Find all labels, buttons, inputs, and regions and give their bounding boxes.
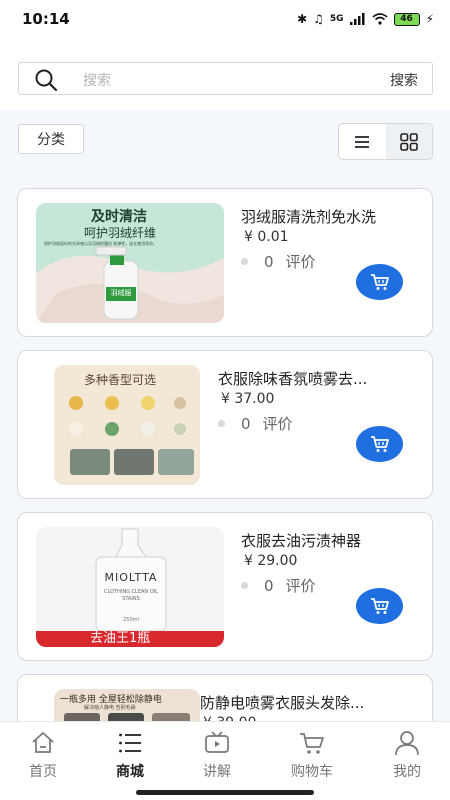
nav-label: 商城: [116, 764, 144, 780]
user-icon: [395, 731, 419, 756]
review-label: 评价: [285, 253, 316, 271]
headphones-icon: ♫: [313, 12, 324, 26]
product-card[interactable]: 多种香型可选 衣服除味香氛喷雾去... ¥ 37.00 0 评价: [17, 350, 433, 499]
image-brand: MIOLTTA: [104, 571, 158, 584]
review-dot: [218, 420, 225, 427]
add-to-cart-button[interactable]: [356, 426, 403, 462]
search-placeholder: 搜索: [83, 73, 111, 89]
search-button[interactable]: 搜索: [390, 70, 418, 90]
image-headline: 多种香型可选: [84, 373, 157, 387]
product-price: ¥ 29.00: [244, 553, 298, 569]
nav-label: 我的: [393, 764, 421, 780]
product-price: ¥ 0.01: [244, 229, 289, 245]
status-bar: 10:14 ✱ ♫ 5G 46 ⚡: [0, 0, 450, 38]
image-subline: 解决恼人静电 告别毛躁: [84, 705, 136, 711]
nav-item-profile[interactable]: 我的: [367, 730, 447, 781]
nav-label: 讲解: [203, 764, 231, 780]
cart-icon: [370, 274, 389, 290]
search-icon: [35, 69, 58, 92]
image-banner: 去油王1瓶: [90, 631, 151, 646]
product-name[interactable]: 衣服除味香氛喷雾去...: [218, 368, 418, 389]
filter-bar: 分类: [0, 110, 450, 170]
review-row: 0 评价: [241, 575, 316, 596]
charging-icon: ⚡: [425, 12, 434, 26]
signal-icon: [349, 13, 365, 25]
nav-item-mall[interactable]: 商城: [90, 730, 170, 781]
image-headline: 及时清洁: [91, 209, 147, 225]
status-icons: ✱ ♫ 5G 46 ⚡: [297, 12, 434, 26]
add-to-cart-button[interactable]: [356, 588, 403, 624]
image-product-line: CLOTHING CLEAN OIL STAINS: [104, 589, 158, 602]
product-card[interactable]: 及时清洁 呵护羽绒纤维 保护羽绒面料的光泽感以及羽绒的蓬松 和弹性，延长使用寿命…: [17, 188, 433, 337]
add-to-cart-button[interactable]: [356, 264, 403, 300]
product-name[interactable]: 防静电喷雾衣服头发除...: [200, 692, 420, 713]
tv-icon: [205, 731, 229, 753]
status-time: 10:14: [22, 10, 70, 28]
network-label: 5G: [329, 14, 344, 24]
list-icon: [355, 135, 370, 148]
review-count: 0: [264, 576, 274, 595]
cart-icon: [370, 598, 389, 614]
review-count: 0: [241, 414, 251, 433]
product-price: ¥ 37.00: [221, 391, 275, 407]
review-row: 0 评价: [218, 413, 293, 434]
grid-icon: [399, 132, 418, 151]
home-indicator[interactable]: [136, 790, 314, 795]
image-subline: 呵护羽绒纤维: [84, 226, 157, 240]
cart-icon: [370, 436, 389, 452]
nav-item-cart[interactable]: 购物车: [272, 730, 352, 781]
nav-item-explain[interactable]: 讲解: [177, 730, 257, 781]
review-dot: [241, 582, 248, 589]
review-dot: [241, 258, 248, 265]
list-view-button[interactable]: [339, 124, 386, 159]
image-bottle-label: 羽绒服: [110, 289, 132, 297]
search-area: 搜索 搜索: [0, 38, 450, 110]
image-caption: 保护羽绒面料的光泽感以及羽绒的蓬松 和弹性，延长使用寿命。: [44, 241, 158, 246]
grid-view-button[interactable]: [385, 124, 432, 159]
review-label: 评价: [262, 415, 293, 433]
battery-icon: 46: [393, 12, 420, 26]
image-volume: 250ml: [123, 617, 139, 623]
wifi-icon: [372, 13, 388, 25]
list-icon: [119, 733, 141, 753]
view-toggle: [338, 123, 433, 160]
nav-label: 首页: [29, 764, 57, 780]
product-image-art: [36, 527, 224, 647]
home-icon: [32, 732, 54, 753]
review-label: 评价: [285, 577, 316, 595]
search-input[interactable]: 搜索 搜索: [18, 62, 433, 95]
product-image[interactable]: 多种香型可选: [54, 365, 200, 485]
review-count: 0: [264, 252, 274, 271]
cart-icon: [300, 733, 324, 754]
bottom-nav: 首页 商城 讲解 购物车 我的: [0, 721, 450, 800]
nav-label: 购物车: [291, 764, 333, 780]
product-name[interactable]: 衣服去油污渍神器: [241, 530, 419, 551]
nav-item-home[interactable]: 首页: [3, 730, 83, 781]
product-image[interactable]: 及时清洁 呵护羽绒纤维 保护羽绒面料的光泽感以及羽绒的蓬松 和弹性，延长使用寿命…: [36, 203, 224, 323]
product-card[interactable]: MIOLTTA CLOTHING CLEAN OIL STAINS 250ml …: [17, 512, 433, 661]
review-row: 0 评价: [241, 251, 316, 272]
category-button[interactable]: 分类: [18, 124, 84, 154]
bluetooth-icon: ✱: [297, 12, 308, 26]
product-name[interactable]: 羽绒服清洗剂免水洗: [241, 206, 419, 227]
product-image[interactable]: MIOLTTA CLOTHING CLEAN OIL STAINS 250ml …: [36, 527, 224, 647]
